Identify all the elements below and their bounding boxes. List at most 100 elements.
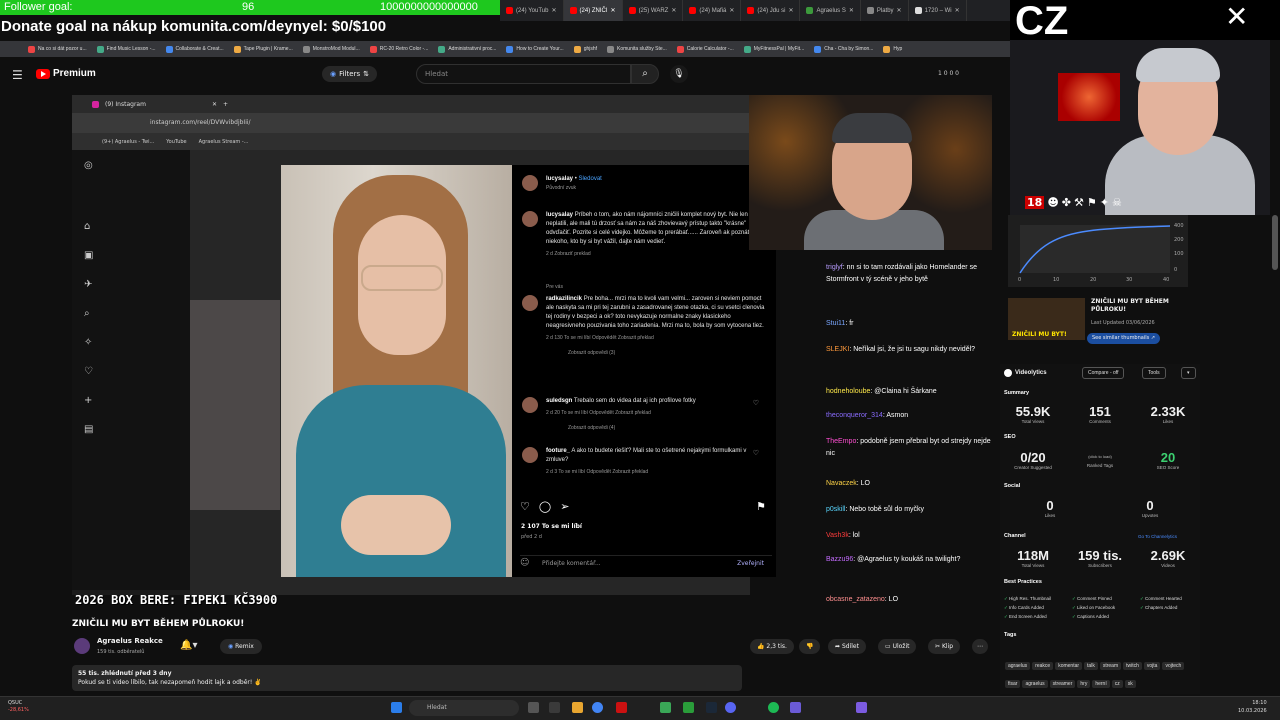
bookmark-item[interactable]: MonstroMod Modul... [302, 45, 360, 53]
view-replies[interactable]: Zobrazit odpovědi (4) [568, 424, 767, 433]
reel-video-frame[interactable] [281, 165, 512, 577]
save-bookmark-icon[interactable]: ⚑ [756, 500, 766, 513]
browser-tab[interactable]: (25) WARZ ✕ [623, 0, 684, 21]
tag-chip[interactable]: vojta [1143, 662, 1161, 670]
tab-close-icon[interactable]: ✕ [551, 7, 556, 14]
chat-username[interactable]: triglyf [826, 264, 843, 271]
follow-button[interactable]: Sledovat [578, 176, 601, 182]
avatar[interactable] [522, 447, 538, 463]
reel-author[interactable]: lucysalay [546, 176, 573, 182]
search-input[interactable]: Hledat [416, 64, 631, 84]
video-thumbnail[interactable]: ZNIČILI MU BYT! [1008, 298, 1085, 340]
chrome-icon[interactable] [592, 702, 603, 713]
emoji-icon[interactable]: ☺ [520, 558, 529, 568]
similar-thumbnails-button[interactable]: See similar thumbnails ↗ [1087, 333, 1161, 344]
browser-tab[interactable]: Agraelus S ✕ [800, 0, 861, 21]
comment-user[interactable]: suledsgn [546, 398, 572, 404]
bookmark-item[interactable]: RC-20 Retro Color -... [369, 45, 428, 53]
steam-icon[interactable] [706, 702, 717, 713]
reel-audio[interactable]: Původní zvuk [546, 184, 767, 193]
app-icon[interactable] [856, 702, 867, 713]
chat-username[interactable]: obcasne_zatazeno [826, 596, 885, 603]
collapse-button[interactable]: ▾ [1181, 367, 1196, 379]
channel-name[interactable]: Agraelus Reakce [97, 637, 163, 645]
browser-tab[interactable]: (24) ZNIČI ✕ [563, 0, 623, 21]
comment-icon[interactable]: ◯ [539, 500, 551, 513]
ranked-tags-load[interactable]: (click to load) [1070, 454, 1130, 459]
comment-user[interactable]: radkazilincik [546, 296, 582, 302]
chat-username[interactable]: Vash3k [826, 532, 849, 539]
bookmark-item[interactable]: Komunita služby Ste... [607, 45, 667, 53]
tab-close-icon[interactable]: ✕ [849, 7, 854, 14]
browser-tab[interactable]: (24) Jdu si ✕ [741, 0, 801, 21]
microphone-icon[interactable]: 🎙 [670, 65, 688, 83]
comment-user[interactable]: footure_ [546, 448, 570, 454]
tag-chip[interactable]: twitch [1123, 662, 1142, 670]
chat-username[interactable]: hodneholoube [826, 388, 870, 395]
chat-username[interactable]: p0skill [826, 506, 845, 513]
reel-like-count[interactable]: 2 107 To se mi líbí [521, 523, 582, 530]
share-icon[interactable]: ➢ [560, 500, 569, 513]
more-actions-button[interactable]: ⋯ [972, 639, 988, 654]
spotify-icon[interactable] [768, 702, 779, 713]
bookmark-item[interactable]: Collaborate & Creat... [165, 45, 224, 53]
share-button[interactable]: ➦ Sdílet [828, 639, 866, 654]
start-icon[interactable] [391, 702, 402, 713]
bookmark-item[interactable]: ghjshf [573, 45, 597, 53]
tab-close-icon[interactable]: ✕ [611, 7, 616, 14]
tag-chip[interactable]: hry [1077, 680, 1091, 688]
chat-username[interactable]: TheEmpo [826, 438, 856, 445]
bookmark-item[interactable]: Find Music Lesson -... [96, 45, 156, 53]
dislike-button[interactable]: 👎 [799, 639, 821, 654]
chat-username[interactable]: SLEJKI [826, 346, 849, 353]
tab-close-icon[interactable]: ✕ [788, 7, 793, 14]
browser-tab[interactable]: Platby ✕ [861, 0, 909, 21]
tab-close-icon[interactable]: ✕ [671, 7, 676, 14]
youtube-logo[interactable]: Premium [36, 68, 96, 79]
remix-button[interactable]: ◉ Remix [220, 639, 262, 654]
notification-bell-icon[interactable]: 🔔▾ [180, 640, 197, 651]
channelytics-link[interactable]: Go To Channelytics [1138, 534, 1177, 539]
save-button[interactable]: ▭ Uložit [878, 639, 917, 654]
description-box[interactable]: 55 tis. zhlédnutí před 3 dny Pokud se ti… [72, 665, 742, 691]
tab-close-icon[interactable]: ✕ [897, 7, 902, 14]
like-heart-icon[interactable]: ♡ [520, 500, 530, 513]
avatar[interactable] [522, 397, 538, 413]
bookmark-item[interactable]: Tape Plugin | Krame... [233, 45, 293, 53]
bookmark-item[interactable]: MyFitnessPal | MyFit... [743, 45, 804, 53]
tag-chip[interactable]: komentar [1055, 662, 1083, 670]
tag-chip[interactable]: stream [1099, 662, 1122, 670]
tag-chip[interactable]: cz [1111, 680, 1123, 688]
hamburger-menu-icon[interactable]: ☰ [12, 68, 23, 82]
view-replies[interactable]: Zobrazit odpovědi (3) [568, 349, 767, 358]
avatar[interactable] [522, 295, 538, 311]
tag-chip[interactable]: talk [1084, 662, 1098, 670]
taskbar-search[interactable]: Hledat [409, 700, 519, 716]
tag-chip[interactable]: herní [1092, 680, 1110, 688]
chat-username[interactable]: Stui11 [826, 320, 845, 327]
app-icon[interactable] [790, 702, 801, 713]
tag-chip[interactable]: agraelus [1005, 662, 1031, 670]
browser-tab[interactable]: (24) YouTub ✕ [500, 0, 564, 21]
tag-chip[interactable]: agraelus [1022, 680, 1048, 688]
taskbar-widget[interactable]: QSUC -28,61% [8, 700, 29, 714]
comment-heart-icon[interactable]: ♡ [753, 449, 759, 458]
bookmark-item[interactable]: How to Create Your... [506, 45, 564, 53]
tab-close-icon[interactable]: ✕ [729, 7, 734, 14]
publish-button[interactable]: Zveřejnit [737, 560, 764, 567]
tag-chip[interactable]: fisar [1005, 680, 1021, 688]
task-view-icon[interactable] [549, 702, 560, 713]
bookmark-item[interactable]: Cha - Cha by Simon... [814, 45, 873, 53]
app-icon[interactable] [616, 702, 627, 713]
chat-username[interactable]: Bazzu96 [826, 556, 853, 563]
excel-icon[interactable] [683, 702, 694, 713]
caption-user[interactable]: lucysalay [546, 212, 573, 218]
comment-heart-icon[interactable]: ♡ [753, 399, 759, 408]
tab-close-icon[interactable]: ✕ [955, 7, 960, 14]
discord-icon[interactable] [725, 702, 736, 713]
tag-chip[interactable]: vojtech [1162, 662, 1185, 670]
bookmark-item[interactable]: Hyp [883, 45, 902, 53]
tag-chip[interactable]: streamer [1049, 680, 1076, 688]
chat-username[interactable]: Navaczek [826, 480, 857, 487]
file-explorer-icon[interactable] [528, 702, 539, 713]
